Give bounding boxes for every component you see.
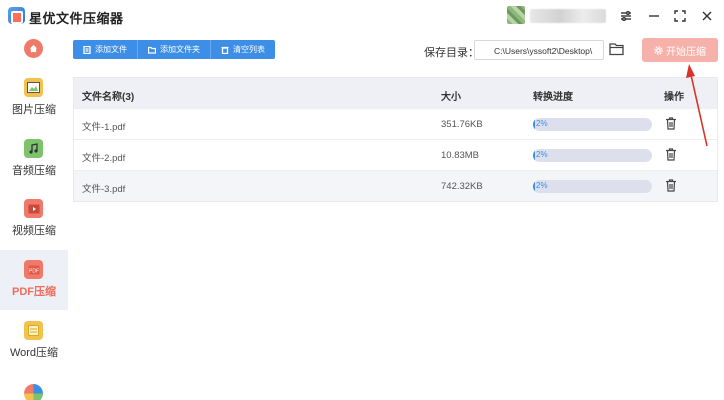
trash-icon <box>221 46 229 54</box>
svg-text:PDF: PDF <box>29 268 39 274</box>
file-size: 351.76KB <box>441 119 483 130</box>
close-icon[interactable] <box>697 6 717 26</box>
table-row[interactable]: 文件-2.pdf 10.83MB 2% <box>74 139 717 170</box>
sidebar-item-label: PDF压缩 <box>12 286 56 298</box>
clear-list-label: 清空列表 <box>233 45 265 54</box>
col-progress: 转换进度 <box>533 92 573 103</box>
add-file-label: 添加文件 <box>95 45 127 54</box>
start-compress-button[interactable]: 开始压缩 <box>642 38 718 62</box>
sidebar-item-label: 图片压缩 <box>12 104 56 116</box>
minimize-icon[interactable] <box>644 6 664 26</box>
add-file-button[interactable]: 添加文件 <box>73 40 138 59</box>
sidebar-item-image[interactable]: 图片压缩 <box>0 68 68 128</box>
progress-text: 2% <box>536 150 548 159</box>
file-size: 742.32KB <box>441 181 483 192</box>
file-name: 文件-1.pdf <box>82 122 126 133</box>
col-size: 大小 <box>441 92 461 103</box>
file-name: 文件-3.pdf <box>82 184 126 195</box>
col-name: 文件名称(3) <box>82 92 135 103</box>
maximize-icon[interactable] <box>670 6 690 26</box>
save-path-field[interactable]: C:\Users\yssoft2\Desktop\ <box>474 40 604 60</box>
sidebar-item-word[interactable]: Word压缩 <box>0 311 68 371</box>
sidebar-item-music[interactable]: 音频压缩 <box>0 129 68 189</box>
folder-icon <box>148 46 156 54</box>
sidebar: 图片压缩音频压缩视频压缩 PDF PDF压缩 Word压缩 <box>0 32 68 400</box>
avatar[interactable] <box>507 6 525 24</box>
app-window: 星优文件压缩器 图片压缩音频压缩视频压缩 PDF PDF压缩 Word压缩 添加文件 <box>0 0 724 400</box>
sidebar-item-label: 视频压缩 <box>12 225 56 237</box>
file-size: 10.83MB <box>441 150 480 161</box>
username <box>530 9 606 23</box>
delete-icon[interactable] <box>665 148 677 161</box>
word-icon <box>24 321 43 340</box>
sidebar-item-pdf[interactable]: PDF PDF压缩 <box>0 250 68 310</box>
video-icon <box>24 199 43 218</box>
progress-bar: 2% <box>533 149 652 162</box>
sidebar-item-video[interactable]: 视频压缩 <box>0 189 68 249</box>
home-icon[interactable] <box>24 39 43 58</box>
sidebar-item-label: Word压缩 <box>9 347 59 359</box>
progress-bar: 2% <box>533 118 652 131</box>
add-folder-label: 添加文件夹 <box>160 45 200 54</box>
pdf-icon: PDF <box>24 260 43 279</box>
file-name: 文件-2.pdf <box>82 153 126 164</box>
file-table: 文件名称(3) 大小 转换进度 操作 文件-1.pdf 351.76KB 2% 文件-… <box>73 77 718 202</box>
title-bar: 星优文件压缩器 <box>0 0 724 32</box>
delete-icon[interactable] <box>665 117 677 130</box>
delete-icon[interactable] <box>665 179 677 192</box>
music-icon <box>24 139 43 158</box>
table-row[interactable]: 文件-3.pdf 742.32KB 2% <box>74 170 717 201</box>
browse-folder-icon[interactable] <box>609 42 625 56</box>
app-logo <box>8 7 25 24</box>
menu-icon[interactable] <box>616 6 636 26</box>
save-dir-label: 保存目录： <box>424 47 479 59</box>
table-row[interactable]: 文件-1.pdf 351.76KB 2% <box>74 108 717 139</box>
progress-text: 2% <box>536 181 548 190</box>
app-title: 星优文件压缩器 <box>29 11 124 26</box>
progress-text: 2% <box>536 119 548 128</box>
file-toolbar: 添加文件 添加文件夹 清空列表 <box>73 40 275 59</box>
file-icon <box>83 45 91 54</box>
sidebar-item-label: 音频压缩 <box>12 165 56 177</box>
image-icon <box>24 78 43 97</box>
gear-icon <box>654 45 663 55</box>
add-folder-button[interactable]: 添加文件夹 <box>138 40 211 59</box>
col-action: 操作 <box>664 92 684 103</box>
start-compress-label: 开始压缩 <box>666 46 706 58</box>
table-header: 文件名称(3) 大小 转换进度 操作 <box>74 78 717 108</box>
more-tools-icon[interactable] <box>24 384 43 400</box>
clear-list-button[interactable]: 清空列表 <box>211 40 275 59</box>
progress-bar: 2% <box>533 180 652 193</box>
